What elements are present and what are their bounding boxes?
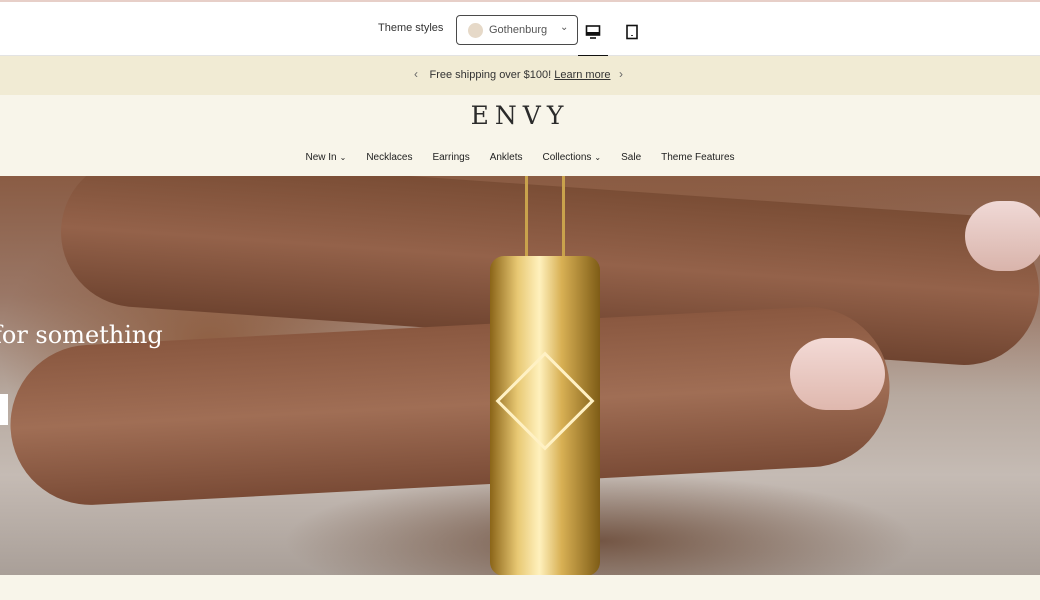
chevron-down-icon: ⌄ — [594, 153, 602, 162]
brand-logo[interactable]: ENVY — [0, 101, 1040, 130]
announcement-text: Free shipping over $100! — [429, 69, 552, 81]
main-nav: New In ⌄ Necklaces Earrings Anklets Colle… — [0, 152, 1040, 163]
hero-image-nail — [790, 338, 885, 410]
hero-image-nail — [965, 201, 1040, 271]
desktop-view-button[interactable] — [578, 16, 608, 57]
nav-item-theme-features[interactable]: Theme Features — [661, 152, 734, 163]
announcement-bar: ‹ Free shipping over $100! Learn more › — [0, 56, 1040, 95]
hero-cta-button[interactable] — [0, 394, 8, 425]
chevron-down-icon: ⌄ — [560, 22, 569, 33]
chevron-down-icon: ⌄ — [339, 153, 347, 162]
theme-styles-label: Theme styles — [378, 22, 444, 34]
theme-preview-bar: Theme styles Gothenburg ⌄ — [0, 0, 1040, 57]
style-swatch — [468, 23, 483, 38]
nav-item-earrings[interactable]: Earrings — [432, 152, 469, 163]
mobile-icon — [626, 24, 638, 40]
site-header: ENVY New In ⌄ Necklaces Earrings Anklets … — [0, 95, 1040, 176]
page-bottom-strip — [0, 575, 1040, 600]
pendant-chain — [525, 176, 565, 258]
nav-item-necklaces[interactable]: Necklaces — [366, 152, 412, 163]
nav-item-collections[interactable]: Collections ⌄ — [543, 152, 602, 163]
hero-banner: g for something — [0, 176, 1040, 575]
mobile-view-button[interactable] — [617, 16, 647, 44]
nav-item-sale[interactable]: Sale — [621, 152, 641, 163]
theme-style-select[interactable]: Gothenburg ⌄ — [456, 15, 578, 45]
nav-item-anklets[interactable]: Anklets — [490, 152, 523, 163]
learn-more-link[interactable]: Learn more — [554, 69, 610, 81]
announcement-message: Free shipping over $100! Learn more — [0, 69, 1040, 81]
announcement-next-arrow-icon[interactable]: › — [619, 67, 623, 81]
selected-style-value: Gothenburg — [489, 24, 548, 36]
hero-heading: g for something — [0, 321, 163, 349]
desktop-icon — [585, 25, 601, 39]
nav-item-new-in[interactable]: New In ⌄ — [305, 152, 346, 163]
